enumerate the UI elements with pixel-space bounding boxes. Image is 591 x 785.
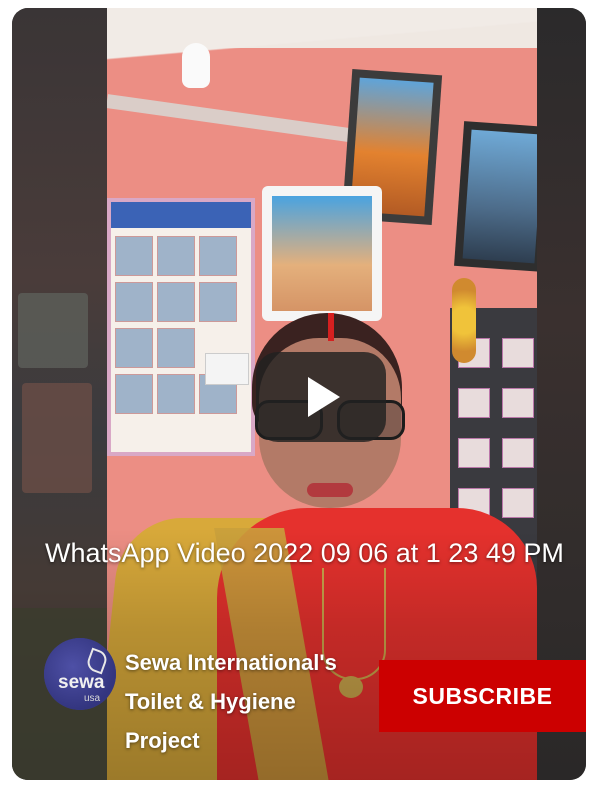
pocket (502, 388, 534, 418)
chart-tile (157, 282, 195, 322)
pocket (502, 488, 534, 518)
chart-tile (115, 328, 153, 368)
chart-tile (115, 236, 153, 276)
pocket (458, 388, 490, 418)
wall-chart (107, 198, 255, 456)
wall-lamp (182, 43, 210, 88)
portrait-image (462, 129, 537, 264)
ceiling-slope (107, 8, 537, 138)
avatar-logo-text: sewa (58, 672, 105, 693)
play-icon (308, 377, 340, 417)
chart-tile (157, 236, 195, 276)
sindoor (328, 313, 334, 341)
wall-portrait (454, 121, 537, 272)
chart-tile (199, 282, 237, 322)
lips (307, 483, 353, 497)
chart-tile (199, 236, 237, 276)
channel-avatar[interactable]: sewa usa (44, 638, 116, 710)
subscribe-button[interactable]: SUBSCRIBE (379, 660, 586, 732)
pocket (502, 438, 534, 468)
wall-switch (205, 353, 249, 385)
video-title[interactable]: WhatsApp Video 2022 09 06 at 1 23 49 PM (45, 533, 585, 573)
channel-name[interactable]: Sewa International's Toilet & Hygiene Pr… (125, 643, 375, 760)
chart-tile (115, 374, 153, 414)
chart-header (111, 202, 251, 228)
flower-garland (452, 278, 476, 363)
pocket (502, 338, 534, 368)
wall-portrait (262, 186, 382, 321)
avatar-logo-subtext: usa (84, 693, 101, 704)
chart-tile (115, 282, 153, 322)
blur-patch (22, 383, 92, 493)
chart-tile (157, 374, 195, 414)
play-button[interactable] (256, 352, 386, 442)
blur-patch (18, 293, 88, 368)
pocket (458, 438, 490, 468)
portrait-image (272, 196, 372, 311)
chart-tile (157, 328, 195, 368)
